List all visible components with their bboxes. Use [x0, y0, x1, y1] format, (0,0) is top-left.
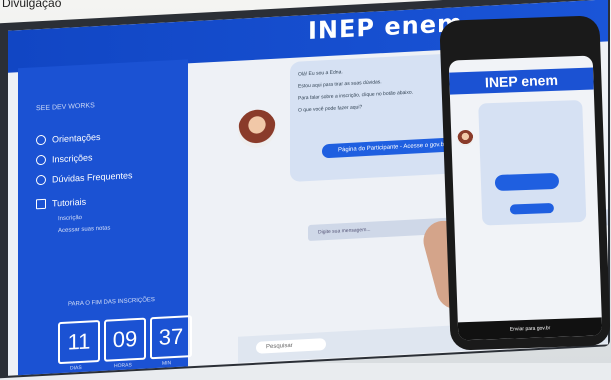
phone-participant-button[interactable]: [494, 172, 560, 192]
sidebar-item-inscricoes[interactable]: Inscrições: [36, 152, 93, 166]
sidebar-item-label: Orientações: [52, 131, 101, 145]
smartphone: INEP enem Enviar para gov.br: [439, 15, 611, 351]
sidebar-item-duvidas[interactable]: Dúvidas Frequentes: [36, 170, 133, 186]
sidebar-subitem[interactable]: Inscrição: [58, 215, 82, 222]
sidebar: SEE DEV WORKS Orientações Inscrições Dúv…: [18, 59, 192, 376]
sidebar-title: SEE DEV WORKS: [36, 102, 95, 113]
sidebar-subitem[interactable]: Acessar suas notas: [58, 225, 110, 234]
countdown-minutes: 37: [150, 315, 192, 360]
countdown-unit: MIN: [162, 360, 172, 367]
clipboard-icon: [36, 134, 46, 146]
phone-logo: INEP enem: [449, 67, 594, 95]
countdown-days: 11: [58, 319, 100, 365]
countdown-unit: DIAS: [70, 364, 82, 372]
phone-continue-button[interactable]: [509, 203, 555, 215]
photo-scene: Divulgação INEP enem SEE DEV WORKS Orien…: [0, 0, 611, 380]
countdown-hours: 09: [104, 317, 146, 362]
phone-screen: INEP enem Enviar para gov.br: [448, 55, 603, 341]
countdown-label: PARA O FIM DAS INSCRIÇÕES: [68, 297, 155, 308]
sidebar-item-label: Dúvidas Frequentes: [52, 170, 133, 185]
assistant-avatar: [238, 108, 276, 149]
video-icon: [36, 198, 46, 210]
phone-assistant-avatar: [457, 129, 474, 147]
countdown-unit: HORAS: [114, 362, 132, 370]
sidebar-item-orientacoes[interactable]: Orientações: [36, 131, 101, 146]
sidebar-item-label: Inscrições: [52, 152, 93, 165]
sidebar-item-tutoriais[interactable]: Tutoriais: [36, 197, 86, 210]
sidebar-item-label: Tutoriais: [52, 196, 87, 209]
photo-caption: Divulgação: [2, 0, 62, 10]
phone-footer-button[interactable]: Enviar para gov.br: [457, 317, 603, 341]
question-icon: [36, 174, 46, 186]
user-icon: [36, 154, 46, 166]
